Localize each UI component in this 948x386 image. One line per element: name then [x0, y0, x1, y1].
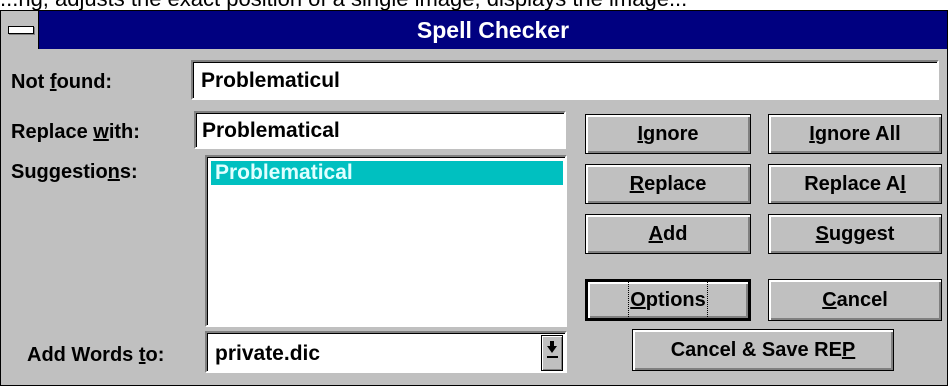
background-text: ...ng, adjusts the exact position of a s… [0, 0, 948, 10]
system-menu-icon[interactable] [1, 11, 39, 49]
replace-with-label: Replace with: [11, 121, 140, 143]
suggest-button[interactable]: Suggest [768, 214, 942, 254]
not-found-label: Not found: [11, 71, 113, 93]
window-title: Spell Checker [416, 17, 570, 43]
add-words-to-label: Add Words to: [27, 344, 165, 366]
not-found-field[interactable]: Problematicul [191, 60, 939, 100]
suggestions-label: Suggestions: [11, 161, 138, 183]
suggestion-item[interactable]: Problematical [211, 161, 563, 185]
replace-button[interactable]: Replace [585, 164, 751, 204]
spell-checker-dialog: Spell Checker Not found: Problematicul R… [0, 10, 948, 386]
dictionary-dropdown[interactable]: private.dic [205, 331, 567, 373]
replace-all-button[interactable]: Replace Al [768, 164, 942, 204]
ignore-all-button[interactable]: Ignore All [768, 114, 942, 154]
not-found-value: Problematicul [201, 69, 340, 92]
background-document-strip: ...ng, adjusts the exact position of a s… [0, 0, 948, 10]
dropdown-arrow-icon[interactable] [541, 335, 563, 371]
dictionary-value: private.dic [215, 342, 321, 365]
cancel-and-save-rep-button[interactable]: Cancel & Save REP [632, 329, 894, 371]
suggestions-list[interactable]: Problematical [205, 155, 567, 327]
title-bar: Spell Checker [1, 11, 947, 49]
cancel-button[interactable]: Cancel [768, 279, 942, 321]
ignore-button[interactable]: Ignore [585, 114, 751, 154]
replace-with-input[interactable]: Problematical [194, 111, 566, 149]
options-button[interactable]: Options [585, 279, 751, 321]
replace-with-value: Problematical [202, 119, 340, 142]
add-button[interactable]: Add [585, 214, 751, 254]
